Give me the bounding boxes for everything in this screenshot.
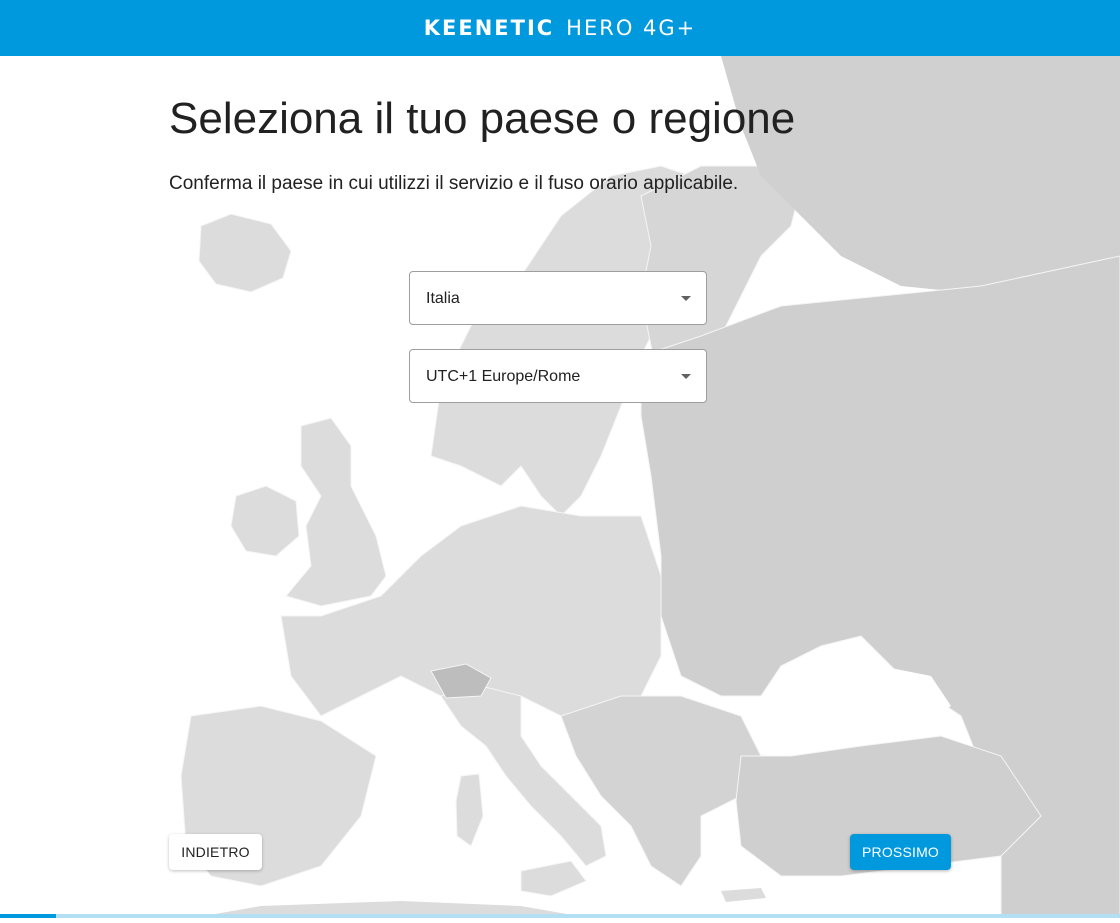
- brand-model: HERO 4G+: [566, 16, 697, 40]
- brand-logo: KEENETIC HERO 4G+: [424, 16, 697, 40]
- bottom-strip: [0, 918, 1120, 923]
- country-select[interactable]: Italia: [409, 271, 707, 325]
- dropdown-arrow-icon: [681, 374, 691, 379]
- timezone-select[interactable]: UTC+1 Europe/Rome: [409, 349, 707, 403]
- timezone-select-value: UTC+1 Europe/Rome: [426, 368, 581, 385]
- back-button[interactable]: INDIETRO: [169, 834, 262, 870]
- map-sardinia: [455, 773, 484, 847]
- wizard-panel: Seleziona il tuo paese o regione Conferm…: [1, 56, 1120, 920]
- country-select-value: Italia: [426, 290, 460, 307]
- dropdown-arrow-icon: [681, 296, 691, 301]
- brand-name: KEENETIC: [423, 16, 555, 40]
- map-arctic-coast: [721, 56, 1120, 296]
- map-great-britain: [285, 417, 387, 607]
- map-iceland: [198, 213, 292, 293]
- map-crete: [721, 888, 766, 902]
- next-button[interactable]: PROSSIMO: [850, 834, 951, 870]
- page-title: Seleziona il tuo paese o regione: [169, 94, 796, 143]
- page-subtitle: Conferma il paese in cui utilizzi il ser…: [169, 173, 739, 194]
- map-sicily: [520, 860, 587, 897]
- top-app-bar: KEENETIC HERO 4G+: [0, 0, 1120, 56]
- map-ireland: [230, 485, 300, 557]
